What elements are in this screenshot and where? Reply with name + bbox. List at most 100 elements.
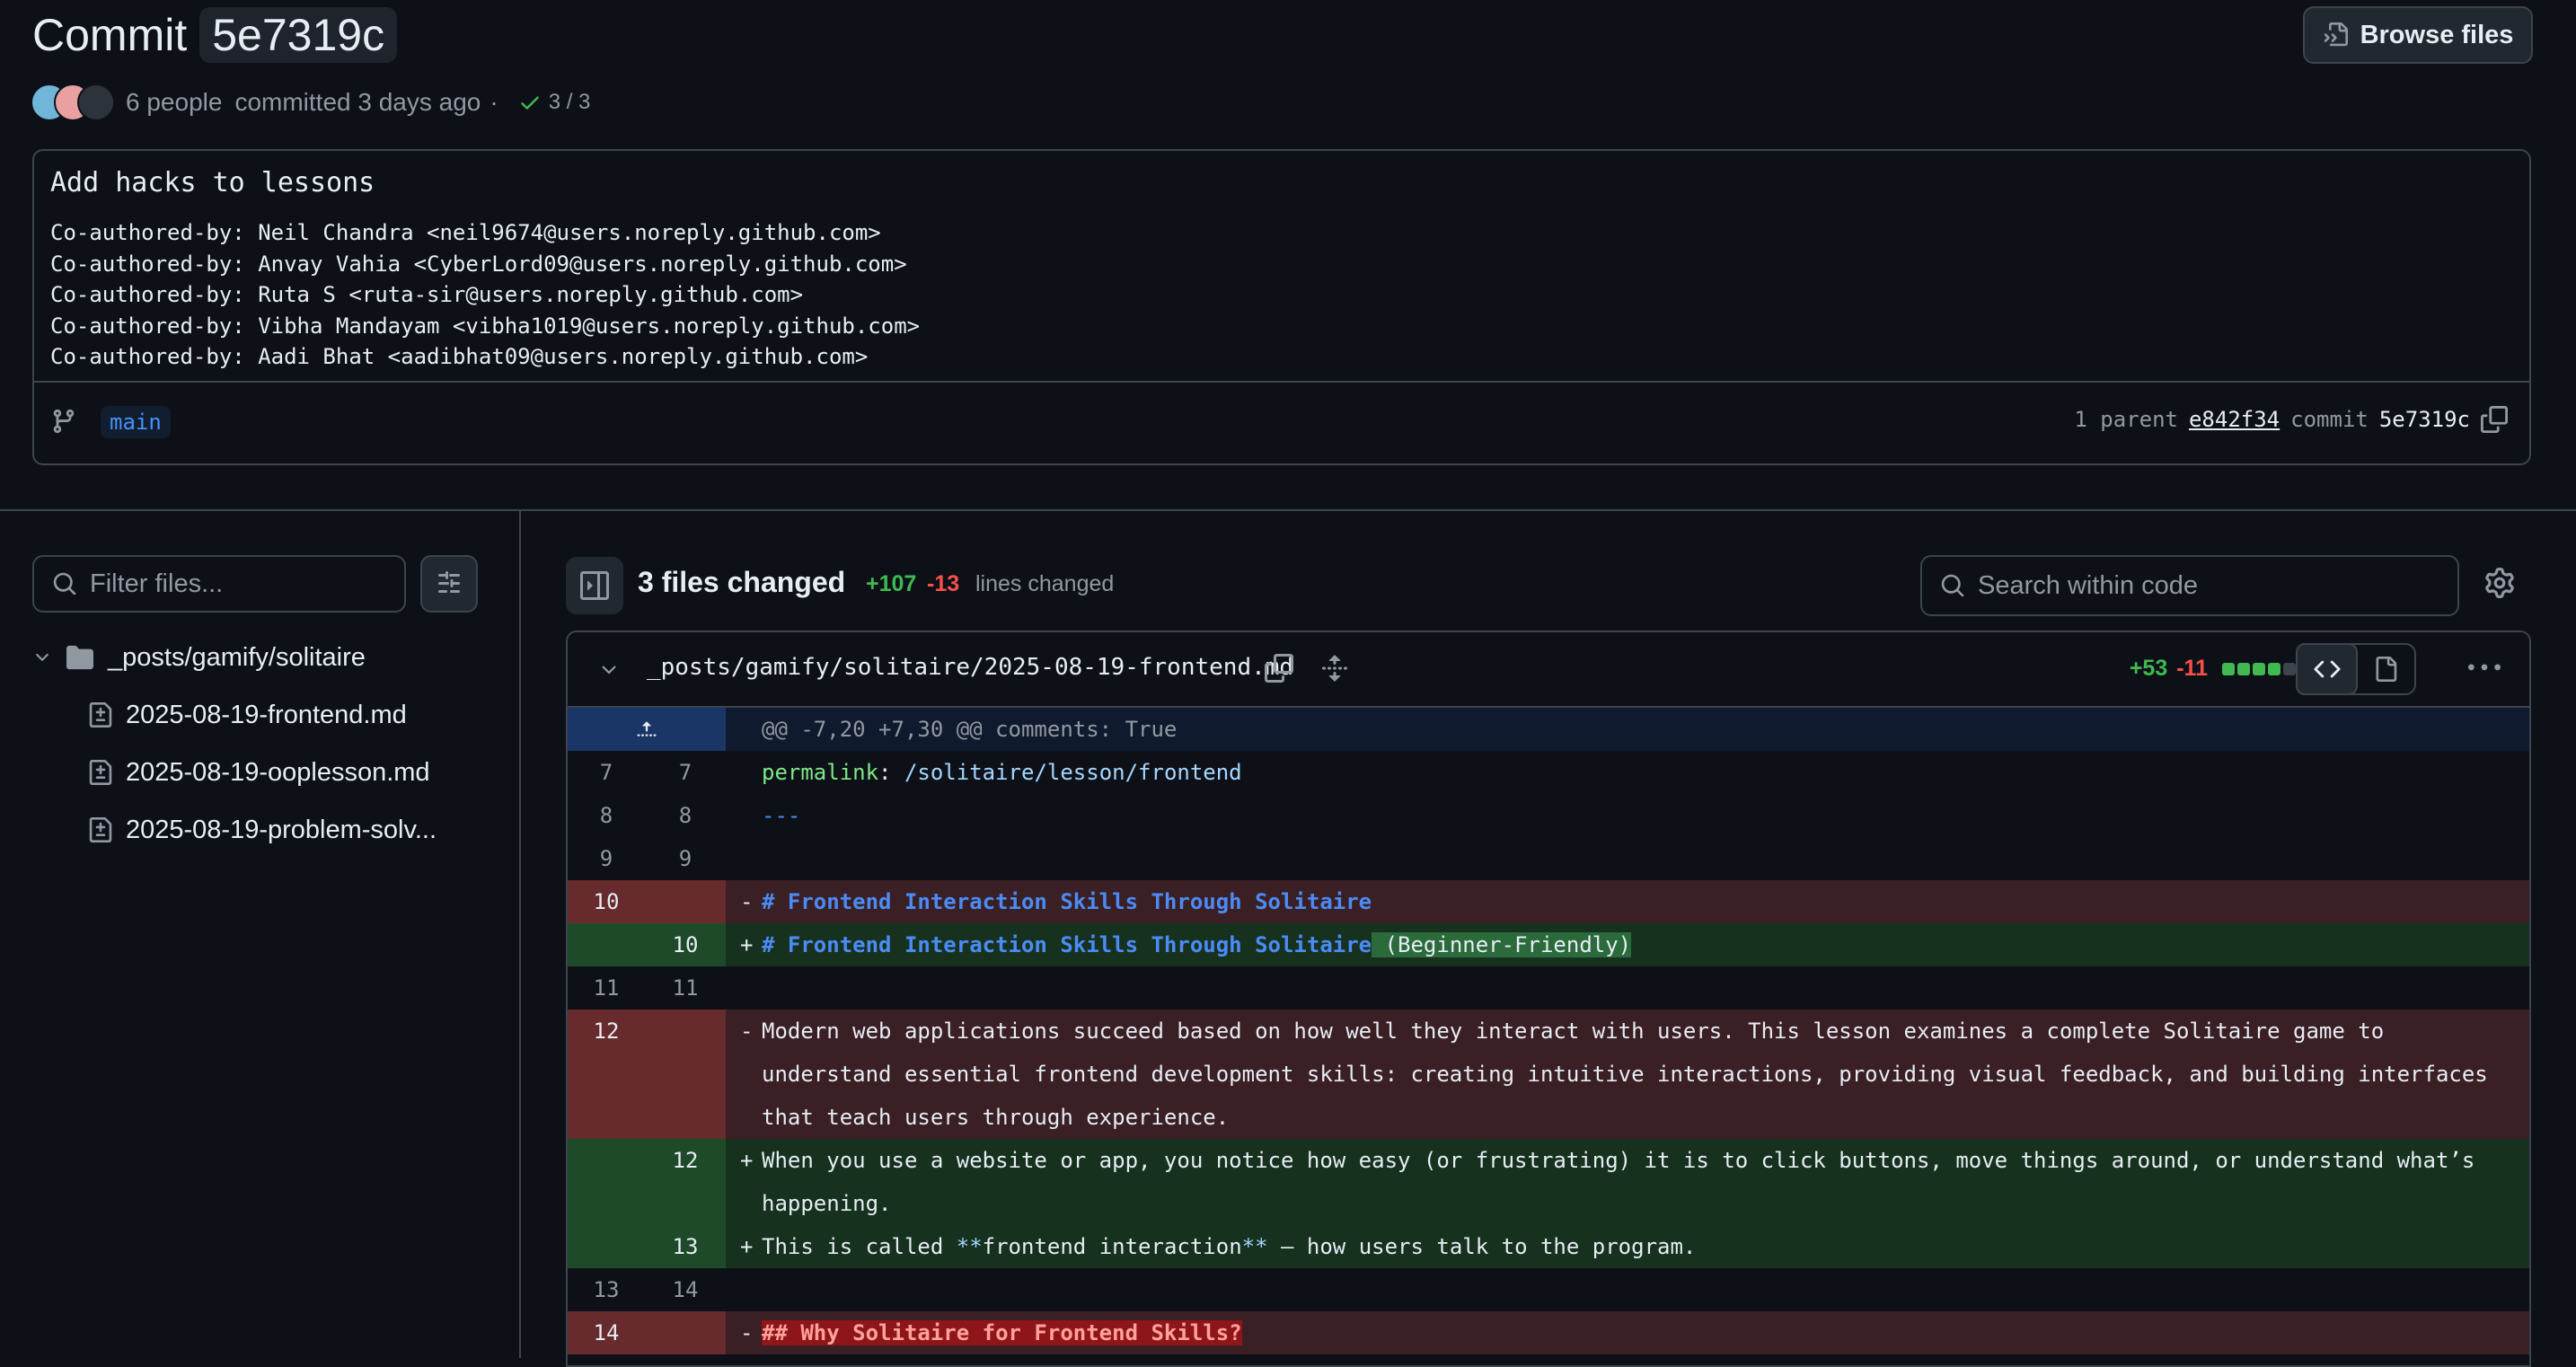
sliders-icon	[438, 571, 460, 593]
diffstat-block	[2222, 662, 2235, 675]
folder-name: _posts/gamify/solitaire	[108, 642, 366, 672]
filter-files-input[interactable]: Filter files...	[32, 555, 406, 613]
old-line-number[interactable]: 14	[568, 1311, 645, 1354]
diffstat-block	[2253, 662, 2265, 675]
fold-up-icon	[637, 721, 657, 736]
file-name: 2025-08-19-frontend.md	[126, 700, 407, 729]
file-stats: +53 -11	[2130, 656, 2296, 682]
new-line-number[interactable]: 14	[645, 1268, 726, 1311]
diff-line: 9 9	[568, 837, 2529, 880]
sidebar-collapse-icon	[580, 571, 609, 600]
gear-icon[interactable]	[2484, 568, 2515, 598]
avatar-stack[interactable]	[31, 84, 115, 121]
code-line: permalink: /solitaire/lesson/frontend	[762, 751, 2529, 794]
diff-sign: +	[740, 1234, 754, 1259]
tree-folder[interactable]: _posts/gamify/solitaire	[32, 629, 499, 686]
commit-title-prefix: Commit	[32, 10, 188, 60]
file-tree: _posts/gamify/solitaire 2025-08-19-front…	[32, 629, 499, 859]
filter-options-button[interactable]	[420, 555, 478, 613]
old-line-number[interactable]: 11	[568, 966, 645, 1010]
browse-files-button[interactable]: Browse files	[2303, 6, 2533, 64]
new-line-number[interactable]: 12	[645, 1139, 726, 1225]
diff-line: 11 11	[568, 966, 2529, 1010]
file-diff-icon	[89, 702, 112, 728]
browse-files-label: Browse files	[2360, 20, 2514, 49]
file-icon	[2376, 657, 2396, 682]
diff-sign: -	[740, 1320, 754, 1345]
commit-sha-title: 5e7319c	[199, 7, 398, 63]
old-line-number[interactable]: 12	[568, 1010, 645, 1139]
parent-info: 1 parent e842f34 commit 5e7319c	[2074, 406, 2508, 433]
new-line-number[interactable]: 7	[645, 751, 726, 794]
search-icon	[53, 572, 76, 595]
bold-marker: **	[1241, 1234, 1268, 1259]
old-line-number[interactable]: 7	[568, 751, 645, 794]
search-icon	[1941, 574, 1964, 597]
diff-sign: +	[740, 1148, 754, 1173]
filter-placeholder: Filter files...	[90, 569, 224, 598]
rich-view-button[interactable]	[2356, 645, 2414, 693]
parent-sha-link[interactable]: e842f34	[2189, 407, 2280, 432]
new-line-number[interactable]: 9	[645, 837, 726, 880]
new-line-number[interactable]: 10	[645, 923, 726, 966]
file-additions: +53	[2129, 656, 2168, 681]
diff-sign	[726, 837, 762, 880]
people-link[interactable]: 6 people	[126, 88, 222, 117]
search-placeholder: Search within code	[1978, 570, 2199, 600]
copy-icon[interactable]	[2481, 406, 2508, 433]
file-diff-icon	[89, 760, 112, 785]
expand-up-button[interactable]	[568, 708, 726, 751]
bold-text: frontend interaction	[982, 1234, 1242, 1259]
avatar[interactable]	[77, 84, 115, 121]
tree-file-frontend[interactable]: 2025-08-19-frontend.md	[32, 686, 499, 744]
yaml-value: /solitaire/lesson/frontend	[904, 760, 1242, 785]
file-diff-icon	[89, 817, 112, 842]
old-line-number	[568, 1139, 645, 1225]
committed-time: committed 3 days ago	[234, 88, 481, 116]
lines-changed-label: lines changed	[975, 571, 1115, 596]
check-icon[interactable]	[518, 91, 542, 114]
new-line-number[interactable]: 11	[645, 966, 726, 1010]
file-path[interactable]: _posts/gamify/solitaire/2025-08-19-front…	[647, 654, 1293, 681]
old-line-number[interactable]: 8	[568, 794, 645, 837]
diff-sign	[726, 794, 762, 837]
chevron-down-icon[interactable]	[598, 659, 620, 681]
commit-footer: main 1 parent e842f34 commit 5e7319c	[34, 381, 2529, 463]
section-divider	[0, 509, 2576, 511]
new-line-number[interactable]: 13	[645, 1225, 726, 1268]
file-diff: _posts/gamify/solitaire/2025-08-19-front…	[566, 631, 2531, 1367]
diff-sign	[726, 966, 762, 1010]
yaml-key: permalink	[762, 760, 879, 785]
old-line-number	[568, 923, 645, 966]
checks-count[interactable]: 3 / 3	[549, 90, 591, 115]
code-icon	[2313, 660, 2341, 678]
tree-file-ooplesson[interactable]: 2025-08-19-ooplesson.md	[32, 744, 499, 801]
toggle-sidebar-button[interactable]	[566, 557, 623, 614]
tree-file-problem-solving[interactable]: 2025-08-19-problem-solv...	[32, 801, 499, 859]
old-line-number[interactable]: 10	[568, 880, 645, 923]
old-line-number[interactable]: 13	[568, 1268, 645, 1311]
new-line-number[interactable]: 8	[645, 794, 726, 837]
more-options-icon[interactable]	[2468, 652, 2501, 684]
file-header: _posts/gamify/solitaire/2025-08-19-front…	[568, 632, 2529, 708]
expand-all-icon[interactable]	[1320, 654, 1349, 683]
diff-sign	[726, 1268, 762, 1311]
old-line-number[interactable]: 9	[568, 837, 645, 880]
bold-marker: **	[956, 1234, 983, 1259]
git-branch-icon	[53, 409, 75, 434]
copy-icon[interactable]	[1265, 654, 1293, 683]
diffstat-block	[2283, 662, 2296, 675]
view-toggle	[2296, 643, 2416, 695]
branch-label[interactable]: main	[101, 406, 171, 438]
code-view-button[interactable]	[2296, 643, 2358, 695]
file-name: 2025-08-19-ooplesson.md	[126, 757, 430, 787]
sidebar-divider[interactable]	[519, 511, 521, 1358]
code-line: # Frontend Interaction Skills Through So…	[762, 889, 1372, 914]
diffstat-block	[2237, 662, 2250, 675]
new-line-number	[645, 1010, 726, 1139]
search-code-input[interactable]: Search within code	[1920, 555, 2459, 616]
commit-meta: 6 people committed 3 days ago · 3 / 3	[31, 81, 590, 124]
diff-line-added: 13 + This is called **frontend interacti…	[568, 1225, 2529, 1268]
old-line-number	[568, 1225, 645, 1268]
